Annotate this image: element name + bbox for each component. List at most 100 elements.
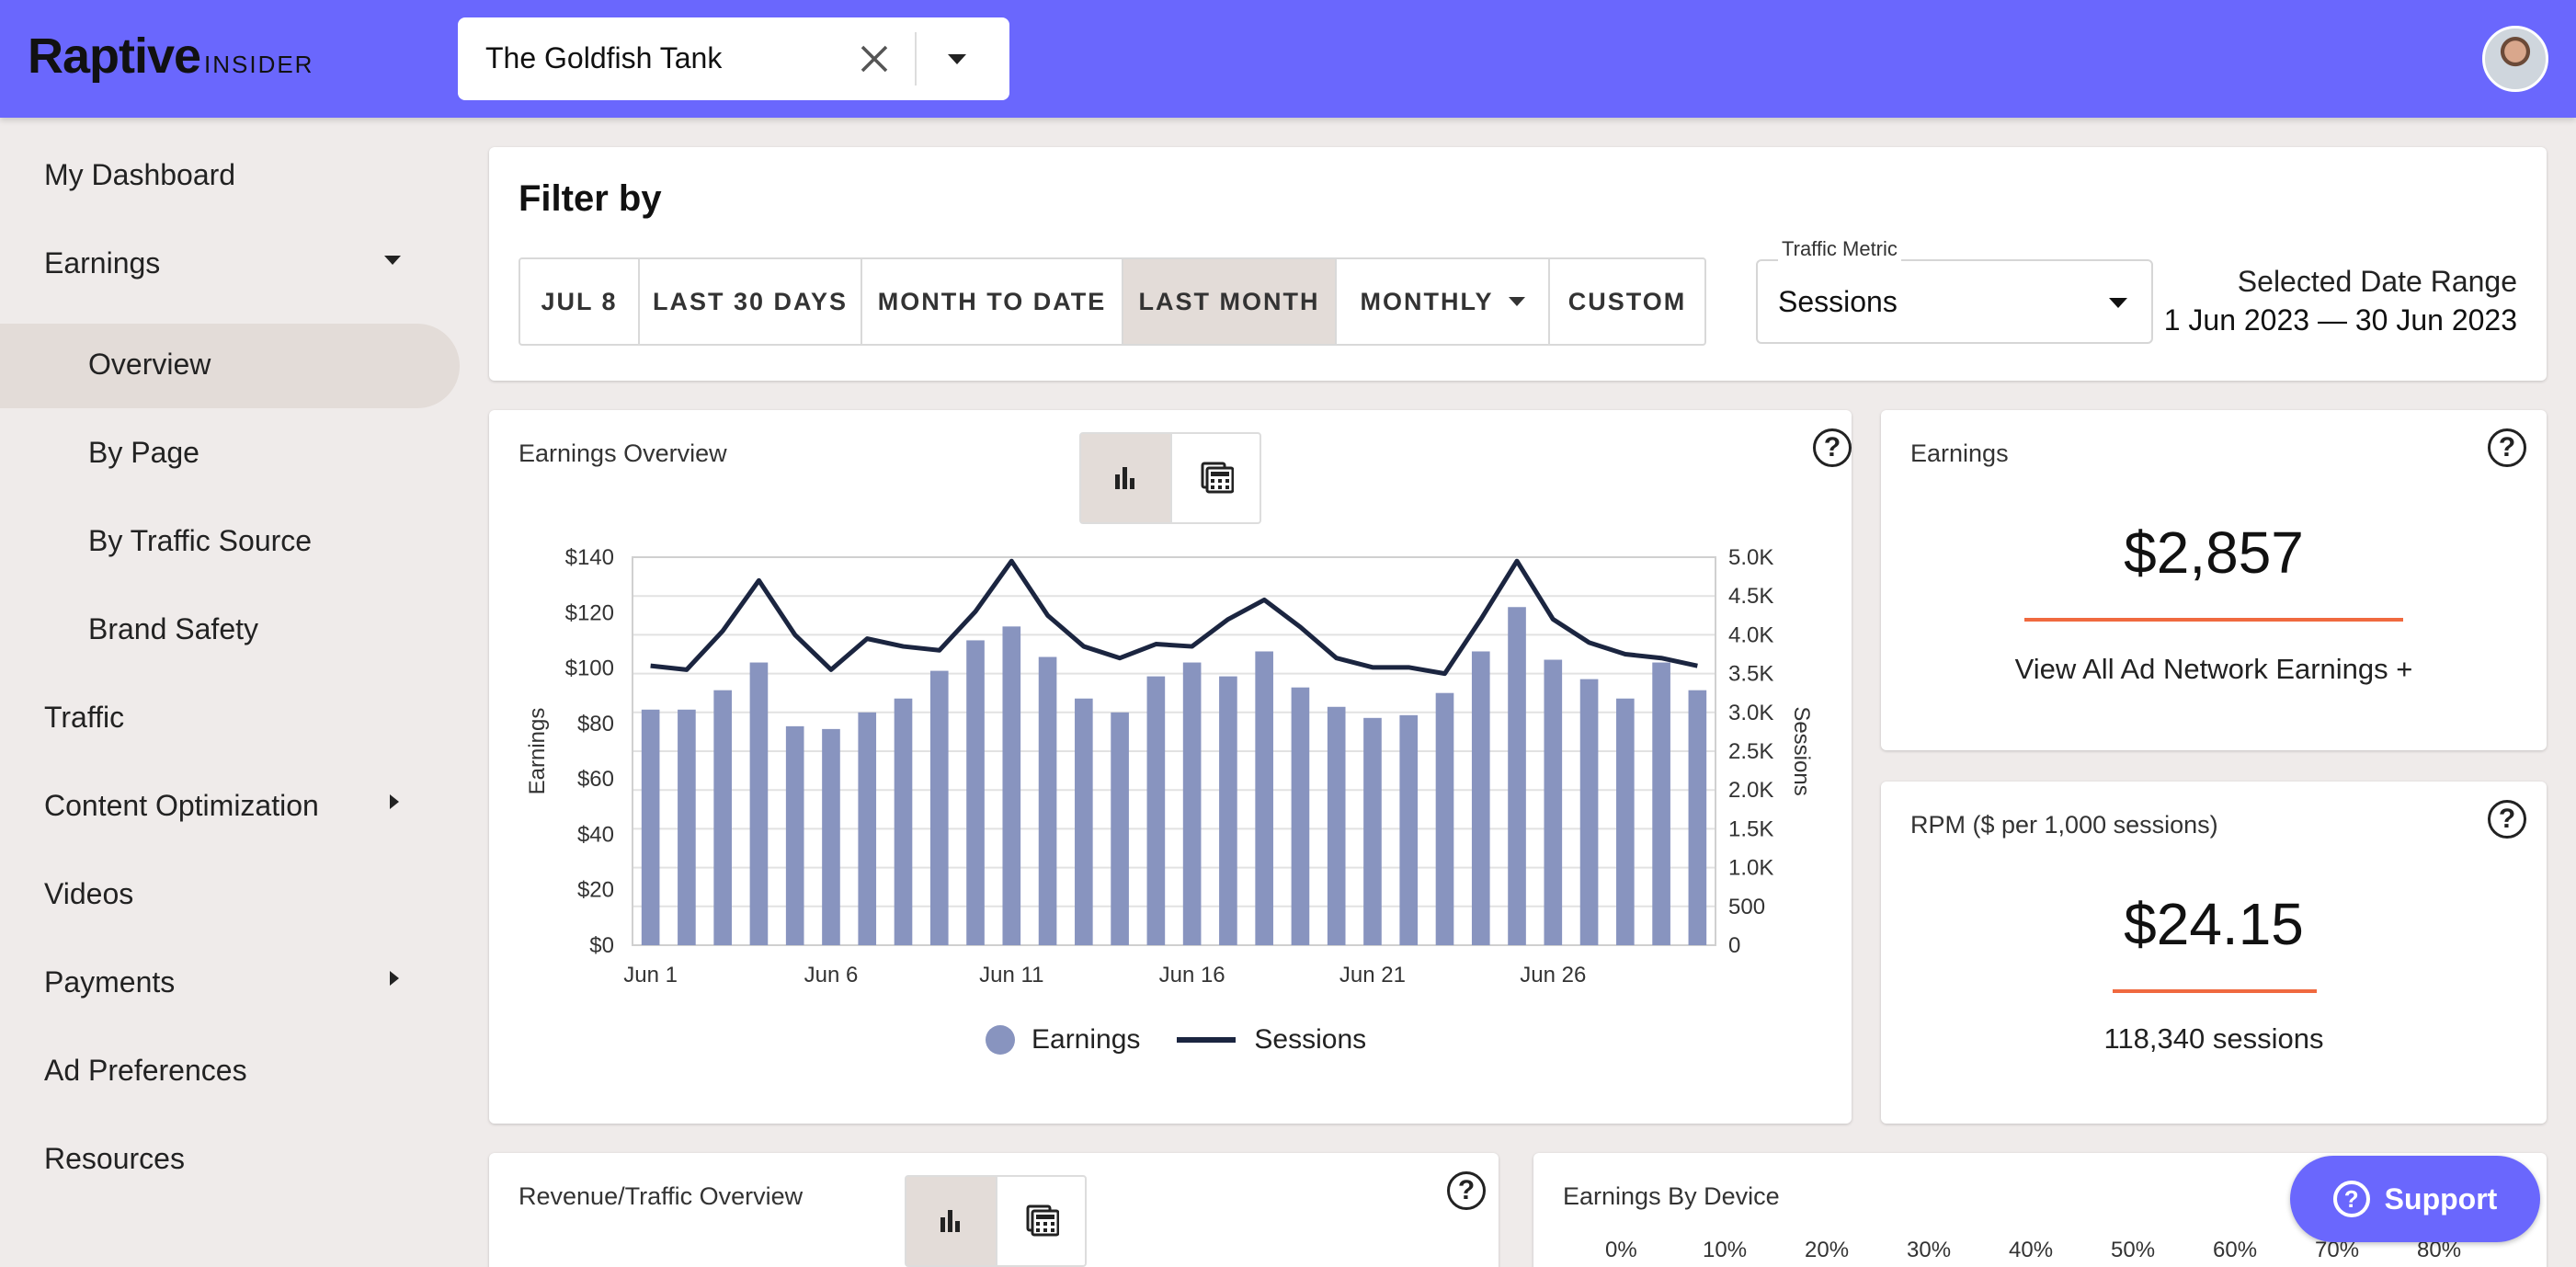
axis-tick: 50% <box>2111 1238 2156 1262</box>
sidebar-item-earnings[interactable]: Earnings <box>0 223 460 307</box>
caret-down-icon <box>1508 297 1525 306</box>
help-icon[interactable]: ? <box>1447 1171 1486 1210</box>
bar-earnings <box>1544 659 1563 945</box>
legend-earnings-label: Earnings <box>1032 1024 1141 1055</box>
sidebar: My Dashboard Earnings Overview By Page B… <box>0 118 460 1267</box>
y-left-tick-label: $20 <box>577 878 614 903</box>
sidebar-item-label: Ad Preferences <box>44 1054 247 1087</box>
y-right-tick-label: 4.5K <box>1728 584 1773 609</box>
filter-button-label: LAST MONTH <box>1138 287 1320 315</box>
top-bar: Raptive INSIDER The Goldfish Tank <box>0 0 2576 118</box>
y-right-tick-label: 1.0K <box>1728 856 1773 881</box>
y-right-tick-label: 2.0K <box>1728 778 1773 803</box>
rpm-card: RPM ($ per 1,000 sessions) ? $24.15 118,… <box>1881 782 2547 1124</box>
view-toggle <box>905 1175 1087 1267</box>
bar-earnings <box>1652 662 1670 945</box>
bar-earnings <box>858 712 877 945</box>
revenue-traffic-title: Revenue/Traffic Overview <box>519 1182 804 1210</box>
sidebar-item-videos[interactable]: Videos <box>0 853 460 938</box>
line-sessions <box>650 558 1698 677</box>
filter-button-label: MONTHLY <box>1360 287 1494 315</box>
rpm-underline <box>2113 989 2317 993</box>
chevron-down-icon <box>384 256 401 265</box>
table-view-button[interactable] <box>995 1177 1085 1265</box>
x-tick-label: Jun 21 <box>1339 963 1406 987</box>
view-all-earnings-link[interactable]: View All Ad Network Earnings + <box>1881 653 2547 686</box>
filter-button-last-month[interactable]: LAST MONTH <box>1123 259 1337 344</box>
legend-sessions-marker <box>1177 1037 1237 1043</box>
bar-earnings <box>1363 717 1382 945</box>
bar-earnings <box>1219 676 1237 945</box>
avatar[interactable] <box>2482 26 2548 92</box>
site-selector-value: The Goldfish Tank <box>485 41 723 74</box>
bar-earnings <box>641 709 660 945</box>
sidebar-item-label: Content Optimization <box>44 789 319 822</box>
sidebar-item-ad-preferences[interactable]: Ad Preferences <box>0 1030 460 1114</box>
earnings-card-title: Earnings <box>1910 439 2009 467</box>
filter-button-last-30-days[interactable]: LAST 30 DAYS <box>640 259 862 344</box>
sidebar-item-payments[interactable]: Payments <box>0 942 460 1026</box>
y-left-tick-label: $140 <box>565 545 614 570</box>
traffic-metric-select[interactable]: Sessions <box>1756 259 2153 344</box>
y-right-axis-title: Sessions <box>1789 706 1814 795</box>
date-range-label: Selected Date Range <box>2237 265 2517 298</box>
sidebar-item-label: Videos <box>44 877 134 910</box>
sidebar-item-resources[interactable]: Resources <box>0 1118 460 1203</box>
sidebar-item-my-dashboard[interactable]: My Dashboard <box>0 134 460 219</box>
sidebar-item-by-page[interactable]: By Page <box>0 412 460 497</box>
revenue-traffic-card: Revenue/Traffic Overview ? <box>489 1153 1499 1267</box>
bar-earnings <box>929 670 949 945</box>
filter-button-label: JUL 8 <box>541 287 618 315</box>
legend-sessions-label: Sessions <box>1254 1024 1367 1055</box>
bar-earnings <box>1616 698 1635 945</box>
sidebar-item-label: Payments <box>44 965 176 999</box>
y-left-tick-label: $0 <box>589 933 614 958</box>
date-filter-group: JUL 8 LAST 30 DAYS MONTH TO DATE LAST MO… <box>519 257 1706 346</box>
axis-tick: 0% <box>1605 1238 1637 1262</box>
earnings-underline <box>2024 618 2403 622</box>
sidebar-item-brand-safety[interactable]: Brand Safety <box>0 588 460 673</box>
y-left-tick-label: $100 <box>565 656 614 681</box>
y-left-tick-label: $120 <box>565 600 614 625</box>
sidebar-item-overview[interactable]: Overview <box>0 324 460 408</box>
filter-button-jul-8[interactable]: JUL 8 <box>520 259 640 344</box>
help-icon[interactable]: ? <box>2488 800 2526 839</box>
x-tick-label: Jun 6 <box>804 963 859 987</box>
bar-earnings <box>1327 706 1346 945</box>
sidebar-item-traffic[interactable]: Traffic <box>0 677 460 761</box>
earnings-overview-chart: 0 500 1.0K 1.5K 2.0K 2.5K 3.0K 3.5K 4.0K 4.5K 5.0K… <box>525 545 1814 987</box>
filter-button-label: CUSTOM <box>1567 287 1687 315</box>
axis-tick: 20% <box>1805 1238 1850 1262</box>
support-button[interactable]: ? Support <box>2290 1156 2540 1242</box>
filter-button-month-to-date[interactable]: MONTH TO DATE <box>862 259 1123 344</box>
y-left-tick-label: $40 <box>577 822 614 847</box>
site-selector[interactable]: The Goldfish Tank <box>458 17 1009 100</box>
sidebar-item-label: By Traffic Source <box>88 524 313 557</box>
sidebar-item-by-traffic-source[interactable]: By Traffic Source <box>0 500 460 585</box>
filter-button-monthly[interactable]: MONTHLY <box>1337 259 1550 344</box>
chart-view-button[interactable] <box>906 1177 996 1265</box>
bar-earnings <box>822 728 840 945</box>
sidebar-item-content-optimization[interactable]: Content Optimization <box>0 765 460 850</box>
help-icon[interactable]: ? <box>2488 428 2526 467</box>
earnings-value: $2,857 <box>2124 519 2304 586</box>
bar-earnings <box>1508 607 1526 945</box>
bar-earnings <box>1111 712 1129 945</box>
bar-earnings <box>1002 626 1021 945</box>
bar-chart-icon <box>940 1210 961 1232</box>
rpm-value: $24.15 <box>2124 891 2304 957</box>
filter-button-custom[interactable]: CUSTOM <box>1550 259 1704 344</box>
axis-tick: 10% <box>1703 1238 1748 1262</box>
bar-earnings <box>749 662 769 945</box>
traffic-metric-label: Traffic Metric <box>1778 237 1901 261</box>
close-icon[interactable] <box>853 38 895 80</box>
raptive-logo[interactable]: Raptive <box>28 28 201 85</box>
y-left-tick-label: $80 <box>577 712 614 736</box>
chevron-right-icon <box>390 794 399 809</box>
earnings-by-device-title: Earnings By Device <box>1563 1182 1780 1210</box>
bar-earnings <box>894 698 913 945</box>
bar-earnings <box>678 709 696 945</box>
sidebar-item-label: Earnings <box>44 246 161 280</box>
chevron-down-icon[interactable] <box>936 38 978 80</box>
caret-down-icon <box>2109 298 2127 308</box>
